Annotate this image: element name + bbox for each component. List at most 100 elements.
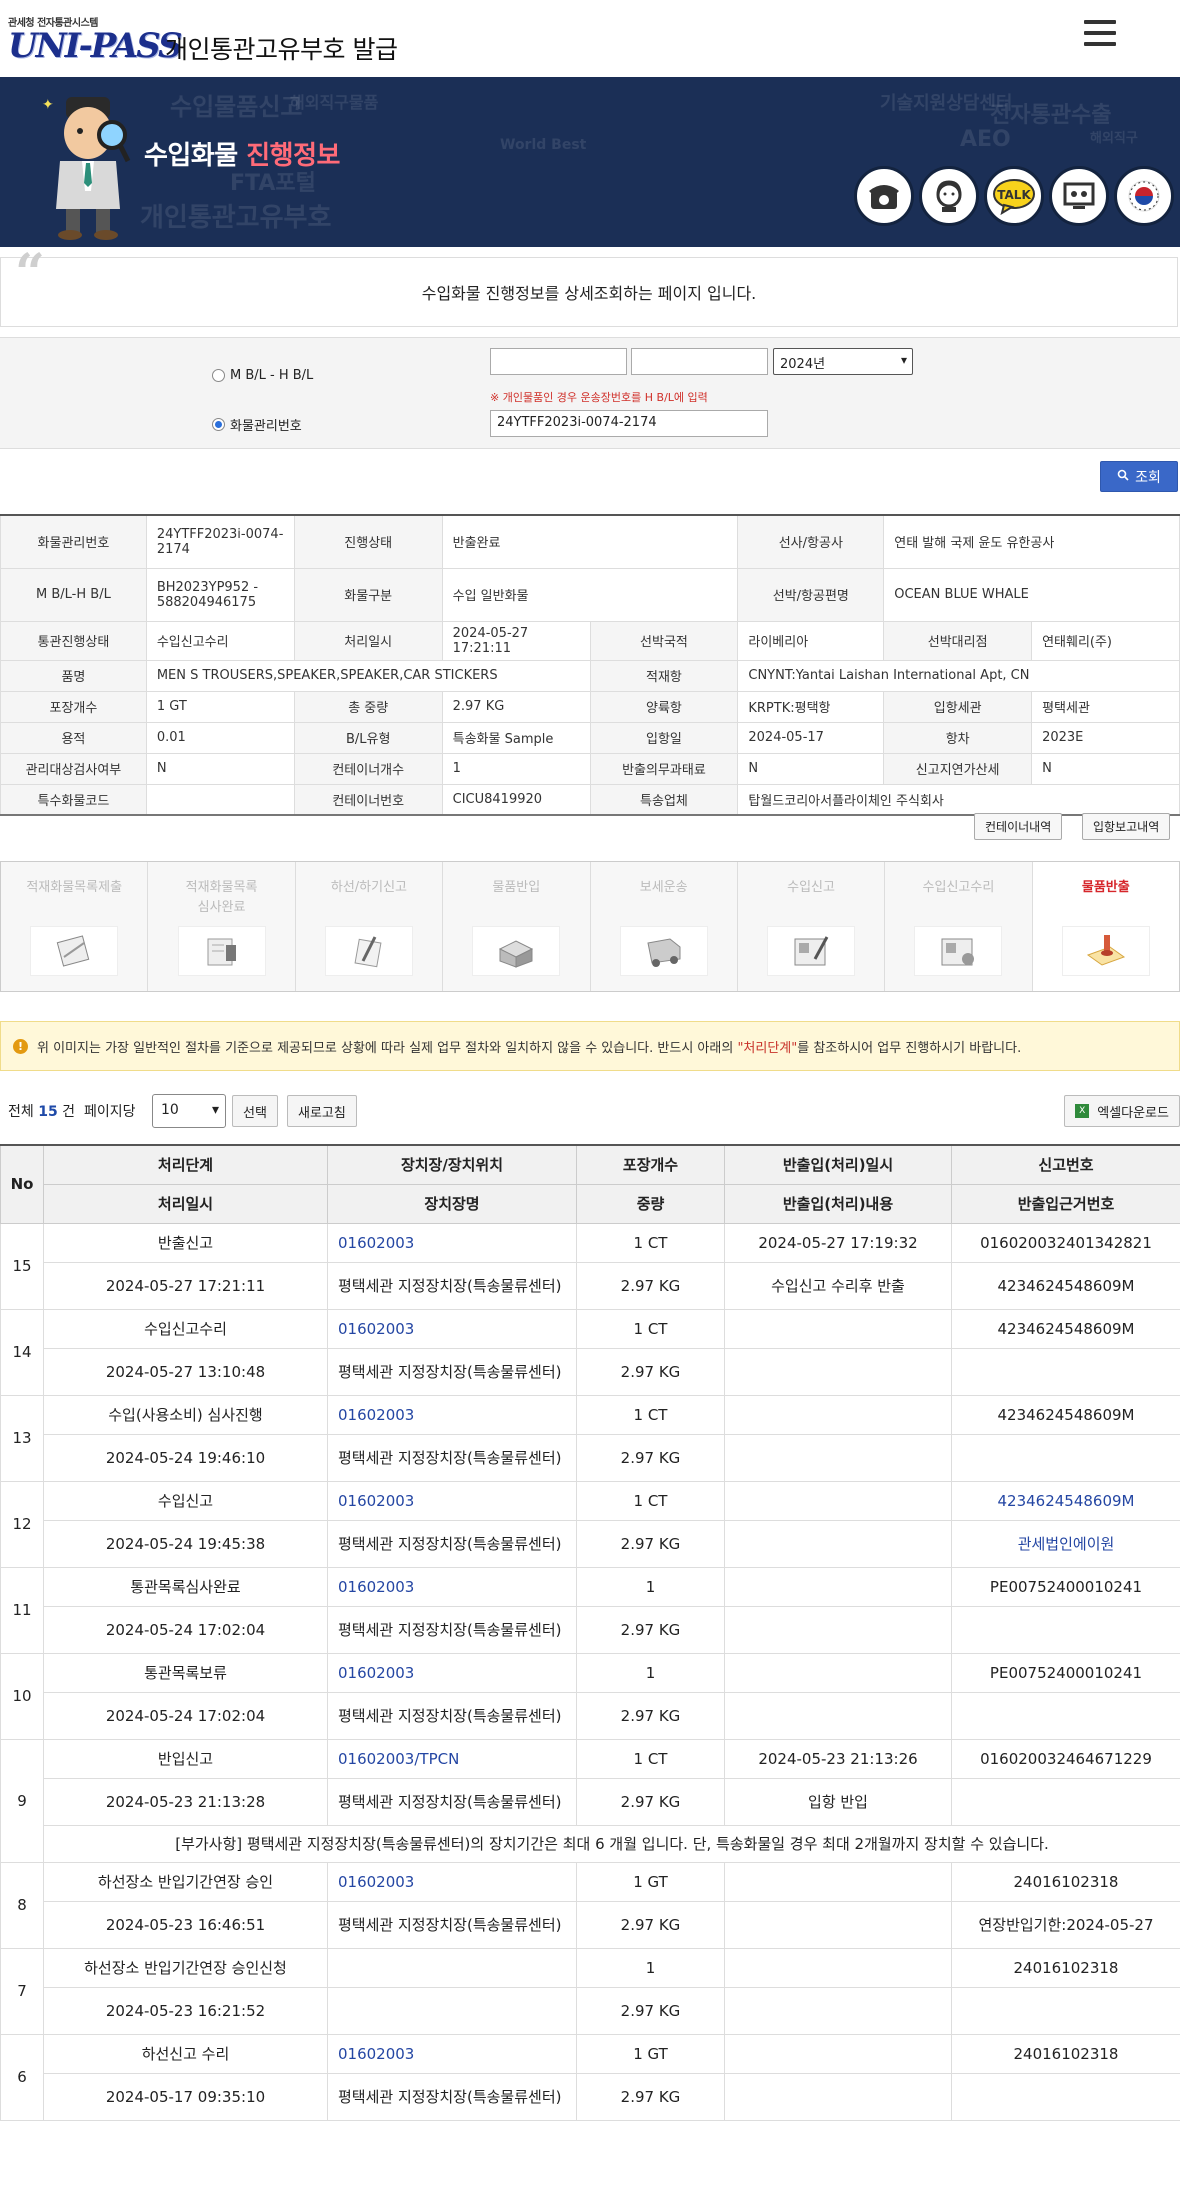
government-emblem-icon[interactable] (1114, 166, 1174, 226)
row-stage: 통관목록보류 (43, 1652, 328, 1693)
radio-cargo-label: 화물관리번호 (230, 419, 302, 434)
info-value: 연태 발해 국제 윤도 유한공사 (883, 514, 1180, 569)
row-no: 6 (0, 2033, 44, 2121)
select-button[interactable]: 선택 (232, 1095, 278, 1127)
row-location-name: 평택세관 지정장치장(특송물류센터) (327, 1691, 577, 1740)
row-declaration-no: 016020032464671229 (951, 1738, 1180, 1779)
row-packages: 1 GT (576, 1861, 725, 1902)
row-io-time (724, 1652, 952, 1693)
header-basis-no: 반출입근거번호 (951, 1183, 1180, 1224)
info-value: 라이베리아 (737, 620, 885, 661)
row-stage: 수입신고수리 (43, 1308, 328, 1349)
row-no: 12 (0, 1480, 44, 1568)
info-label: 선사/항공사 (737, 514, 885, 569)
row-io-content (724, 1347, 952, 1396)
row-location-link[interactable]: 01602003 (327, 1861, 577, 1902)
boxes-icon (472, 926, 561, 976)
info-label: 통관진행상태 (0, 620, 147, 661)
row-stage: 하선장소 반입기간연장 승인 (43, 1861, 328, 1902)
hamburger-menu-icon[interactable] (1084, 20, 1116, 50)
info-value: 1 GT (145, 690, 295, 723)
row-location-link[interactable]: 01602003 (327, 1480, 577, 1521)
info-label: 포장개수 (0, 690, 147, 723)
row-io-time (724, 1308, 952, 1349)
row-declaration-no: 4234624548609M (951, 1308, 1180, 1349)
table-row: 12 수입신고 01602003 1 CT 4234624548609M (0, 1480, 1180, 1568)
row-location-link[interactable]: 01602003 (327, 1566, 577, 1607)
uni-pass-logo[interactable]: 관세청 전자통관시스템 UNI-PASS (8, 14, 183, 63)
row-packages: 1 CT (576, 1738, 725, 1779)
top-bar: 관세청 전자통관시스템 UNI-PASS 개인통관고유부호 발급 (0, 0, 1180, 77)
row-io-content (724, 1986, 952, 2035)
row-location-link[interactable]: 01602003/TPCN (327, 1738, 577, 1779)
excel-download-button[interactable]: X 엑셀다운로드 (1064, 1095, 1180, 1127)
info-label: 적재항 (589, 659, 739, 692)
row-process-time: 2024-05-27 13:10:48 (43, 1347, 328, 1396)
row-io-content (724, 1605, 952, 1654)
row-location-link[interactable]: 01602003 (327, 1652, 577, 1693)
table-row: 7 하선장소 반입기간연장 승인신청 1 24016102318 (0, 1947, 1180, 2035)
per-page-select[interactable]: 10 (152, 1094, 226, 1128)
banner-background-word: 개인통관고유부호 (140, 203, 332, 233)
info-value: 2024-05-17 (737, 721, 885, 754)
row-packages: 1 (576, 1947, 725, 1988)
info-label: M B/L-H B/L (0, 567, 147, 622)
row-process-time: 2024-05-24 19:46:10 (43, 1433, 328, 1482)
row-location-link[interactable]: 01602003 (327, 1308, 577, 1349)
row-location-name: 평택세관 지정장치장(특송물류센터) (327, 1519, 577, 1568)
radio-mbl-circle[interactable] (212, 369, 225, 382)
phone-icon[interactable] (854, 166, 914, 226)
entry-report-button[interactable]: 입항보고내역 (1082, 813, 1171, 840)
table-row: 2024-05-23 16:46:51 평택세관 지정장치장(특송물류센터) 2.9… (1, 1900, 1180, 1949)
row-location-name: 평택세관 지정장치장(특송물류센터) (327, 1433, 577, 1482)
info-value: CNYNT:Yantai Laishan International Apt, … (737, 659, 1180, 692)
row-io-content (724, 1433, 952, 1482)
row-basis-no: 4234624548609M (951, 1261, 1180, 1310)
query-button[interactable]: 조회 (1100, 461, 1178, 492)
row-location-link[interactable] (327, 1947, 577, 1988)
radio-mbl-hbl[interactable]: M B/L - H B/L (212, 368, 313, 383)
clipboard-icon (30, 926, 119, 976)
row-weight: 2.97 KG (576, 1433, 725, 1482)
counselor-icon[interactable] (919, 166, 979, 226)
info-value: 2023E (1031, 721, 1180, 754)
row-stage: 수입신고 (43, 1480, 328, 1521)
hbl-input[interactable] (631, 348, 768, 375)
refresh-button[interactable]: 새로고침 (287, 1095, 357, 1127)
cargo-no-input[interactable]: 24YTFF2023i-0074-2174 (490, 410, 768, 437)
info-label: 입항일 (589, 721, 739, 754)
row-io-content (724, 1900, 952, 1949)
info-value: 연태훼리(주) (1031, 620, 1180, 661)
step-import-acceptance: 수입신고수리 (885, 862, 1033, 991)
row-location-name: 평택세관 지정장치장(특송물류센터) (327, 1777, 577, 1826)
mascot-illustration: ✦ (42, 97, 131, 240)
container-history-button[interactable]: 컨테이너내역 (974, 813, 1063, 840)
radio-cargo-circle[interactable] (212, 418, 225, 431)
step-unloading-report: 하선/하기신고 (296, 862, 444, 991)
talk-icon[interactable]: TALK (984, 166, 1044, 226)
row-io-time (724, 1861, 952, 1902)
row-location-link[interactable]: 01602003 (327, 1222, 577, 1263)
row-basis-no[interactable]: 관세법인에이원 (951, 1519, 1180, 1568)
info-label: 컨테이너개수 (293, 752, 443, 785)
header-weight: 중량 (576, 1183, 725, 1224)
header-process-time: 처리일시 (43, 1183, 328, 1224)
year-select[interactable]: 2024년 (773, 348, 913, 375)
site-title[interactable]: 개인통관고유부호 발급 (165, 30, 398, 66)
courier-company-link[interactable]: 탑월드코리아서플라이체인 주식회사 (737, 783, 1180, 816)
row-packages: 1 GT (576, 2033, 725, 2074)
row-no: 7 (0, 1947, 44, 2035)
row-basis-no (951, 1777, 1180, 1826)
row-location-link[interactable]: 01602003 (327, 1394, 577, 1435)
row-declaration-no: 4234624548609M (951, 1480, 1180, 1521)
remote-support-icon[interactable] (1049, 166, 1109, 226)
info-row: 용적 0.01 B/L유형 특송화물 Sample 입항일 2024-05-17… (0, 721, 1180, 754)
row-no: 8 (0, 1861, 44, 1949)
radio-cargo-no[interactable]: 화물관리번호 (212, 415, 302, 434)
row-location-link[interactable]: 01602003 (327, 2033, 577, 2074)
row-declaration-no: PE00752400010241 (951, 1652, 1180, 1693)
mbl-input[interactable] (490, 348, 627, 375)
row-io-time (724, 1394, 952, 1435)
info-label: 컨테이너번호 (293, 783, 443, 816)
page-description: “ 수입화물 진행정보를 상세조회하는 페이지 입니다. (0, 248, 1178, 327)
